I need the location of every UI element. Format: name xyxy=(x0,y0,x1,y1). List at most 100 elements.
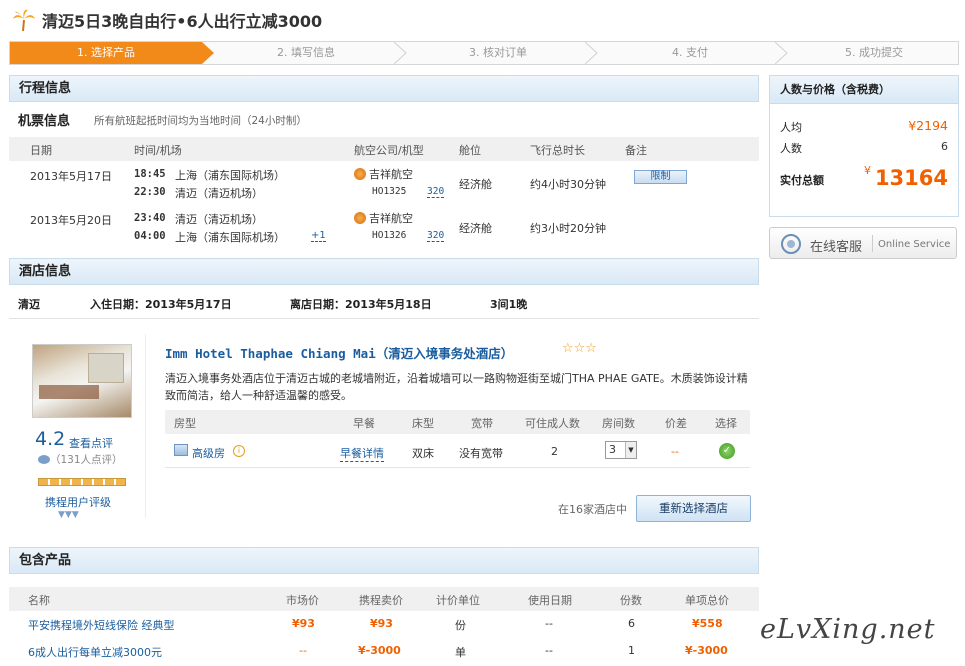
arr-time: 22:30 xyxy=(134,186,166,198)
service-label-en: Online Service xyxy=(878,239,951,250)
step-arrow xyxy=(202,42,214,64)
col-unit: 计价单位 xyxy=(436,594,480,607)
progress-steps: 1. 选择产品 2. 填写信息 3. 核对订单 4. 支付 5. 成功提交 xyxy=(9,41,959,65)
section-hotel-info: 酒店信息 xyxy=(9,258,759,285)
palm-tree-icon xyxy=(13,9,35,32)
hotel-photo[interactable] xyxy=(32,344,132,418)
room-count-select[interactable]: 3 ▼ xyxy=(605,441,637,459)
flight-date: 2013年5月20日 xyxy=(30,214,112,227)
room-table: 房型 早餐 床型 宽带 可住成人数 房间数 价差 选择 高级房 i 早餐详情 双… xyxy=(165,410,750,468)
page-title: 清迈5日3晚自由行•6人出行立减3000 xyxy=(42,12,323,31)
product-row: 平安携程境外短线保险 经典型 ¥93 ¥93 份 -- 6 ¥558 xyxy=(9,611,759,637)
arr-time: 04:00 xyxy=(134,230,166,242)
use-date: -- xyxy=(545,617,553,630)
item-total: ¥-3000 xyxy=(685,644,728,657)
product-row: 6成人出行每单立减3000元 -- ¥-3000 单 -- 1 ¥-3000 xyxy=(9,638,759,664)
view-reviews-link[interactable]: 查看点评 xyxy=(69,435,113,451)
section-included-products: 包含产品 xyxy=(9,547,759,574)
divider xyxy=(872,235,873,252)
flight-note: 所有航班起抵时间均为当地时间（24小时制） xyxy=(94,115,307,127)
room-nights: 3间1晚 xyxy=(490,298,528,311)
per-person-price: ¥2194 xyxy=(908,118,948,133)
hotel-count-note: 在16家酒店中 xyxy=(558,503,627,516)
col-airline: 航空公司/机型 xyxy=(354,144,424,157)
step-pay: 4. 支付 xyxy=(672,46,708,59)
step-arrow xyxy=(394,42,407,64)
hotel-name-link[interactable]: Imm Hotel Thaphae Chiang Mai（清迈入境事务处酒店） xyxy=(165,343,513,362)
selected-check-icon[interactable]: ✓ xyxy=(719,443,735,459)
price-panel-title: 人数与价格（含税费） xyxy=(770,76,958,104)
total-currency: ¥ xyxy=(864,164,871,177)
picture-icon[interactable] xyxy=(174,444,188,456)
col-price-diff: 价差 xyxy=(665,417,687,430)
duration: 约4小时30分钟 xyxy=(530,178,606,191)
airline-logo-icon xyxy=(354,212,366,224)
use-date: -- xyxy=(545,644,553,657)
col-use-date: 使用日期 xyxy=(528,594,572,607)
online-service-button[interactable]: 在线客服 Online Service xyxy=(769,227,957,259)
info-icon[interactable]: i xyxy=(233,445,245,457)
per-person-label: 人均 xyxy=(780,121,802,134)
duration: 约3小时20分钟 xyxy=(530,222,606,235)
product-name-link[interactable]: 平安携程境外短线保险 经典型 xyxy=(28,617,175,633)
comment-icon xyxy=(38,455,50,464)
col-breakfast: 早餐 xyxy=(353,417,375,430)
qty: 1 xyxy=(628,644,635,657)
room-row: 高级房 i 早餐详情 双床 没有宽带 2 3 ▼ -- ✓ xyxy=(165,436,750,468)
room-type-link[interactable]: 高级房 xyxy=(192,445,225,461)
col-bed: 床型 xyxy=(412,417,434,430)
total-amount: 13164 xyxy=(874,166,948,190)
cabin: 经济舱 xyxy=(459,178,492,191)
col-time-airport: 时间/机场 xyxy=(134,144,182,157)
expand-chevrons-icon[interactable]: ▼▼▼ xyxy=(58,510,79,520)
products-table-header: 名称 市场价 携程卖价 计价单位 使用日期 份数 单项总价 xyxy=(9,587,759,611)
people-label: 人数 xyxy=(780,142,802,155)
airline: 吉祥航空 xyxy=(354,166,413,182)
rechoose-hotel-button[interactable]: 重新选择酒店 xyxy=(636,495,751,522)
col-adults: 可住成人数 xyxy=(525,417,580,430)
step-check-order: 3. 核对订单 xyxy=(469,46,527,59)
col-room-type: 房型 xyxy=(174,417,196,430)
hotel-city: 清迈 xyxy=(18,298,40,311)
breakfast-details-link[interactable]: 早餐详情 xyxy=(340,445,384,462)
page-header: 清迈5日3晚自由行•6人出行立减3000 xyxy=(12,6,322,34)
hotel-description: 清迈入境事务处酒店位于清迈古城的老城墙附近，沿着城墙可以一路购物逛街至城门THA… xyxy=(165,372,748,402)
product-name-link[interactable]: 6成人出行每单立减3000元 xyxy=(28,644,162,660)
market-price: -- xyxy=(299,644,307,657)
dep-airport: 上海（浦东国际机场） xyxy=(175,169,285,182)
col-rooms: 房间数 xyxy=(602,417,635,430)
step-arrow xyxy=(585,42,598,64)
aircraft-link[interactable]: 320 xyxy=(427,186,445,198)
col-ctrip-price: 携程卖价 xyxy=(359,594,403,607)
dep-time: 18:45 xyxy=(134,168,166,180)
arr-airport: 清迈（清迈机场） xyxy=(175,187,263,200)
dep-time: 23:40 xyxy=(134,212,166,224)
step-submit-success: 5. 成功提交 xyxy=(845,46,903,59)
price-summary-panel: 人数与价格（含税费） 人均 ¥2194 人数 6 实付总额 ¥ 13164 xyxy=(769,75,959,217)
review-count: （131人点评） xyxy=(38,452,123,467)
step-arrow xyxy=(775,42,788,64)
col-date: 日期 xyxy=(30,144,52,157)
people-count: 6 xyxy=(941,140,948,153)
col-cabin: 舱位 xyxy=(459,144,481,157)
adults: 2 xyxy=(551,445,558,458)
airline-logo-icon xyxy=(354,168,366,180)
next-day-indicator[interactable]: +1 xyxy=(311,230,326,242)
flight-table-header: 日期 时间/机场 航空公司/机型 舱位 飞行总时长 备注 xyxy=(9,137,759,161)
flight-date: 2013年5月17日 xyxy=(30,170,112,183)
hotel-score: 4.2 xyxy=(35,428,66,450)
watermark: eLvXing.net xyxy=(760,614,936,645)
aircraft-link[interactable]: 320 xyxy=(427,230,445,242)
service-label: 在线客服 xyxy=(810,240,863,255)
checkin-date: 入住日期：2013年5月17日 xyxy=(90,298,232,311)
ctrip-price: ¥93 xyxy=(370,617,393,630)
arr-airport: 上海（浦东国际机场） xyxy=(175,231,285,244)
restriction-button[interactable]: 限制 xyxy=(634,170,687,184)
col-total: 单项总价 xyxy=(685,594,729,607)
broadband: 没有宽带 xyxy=(459,447,503,460)
unit: 单 xyxy=(455,646,466,659)
user-rating-bar xyxy=(38,478,126,486)
unit: 份 xyxy=(455,619,466,632)
chevron-down-icon: ▼ xyxy=(625,442,636,458)
airline: 吉祥航空 xyxy=(354,210,413,226)
